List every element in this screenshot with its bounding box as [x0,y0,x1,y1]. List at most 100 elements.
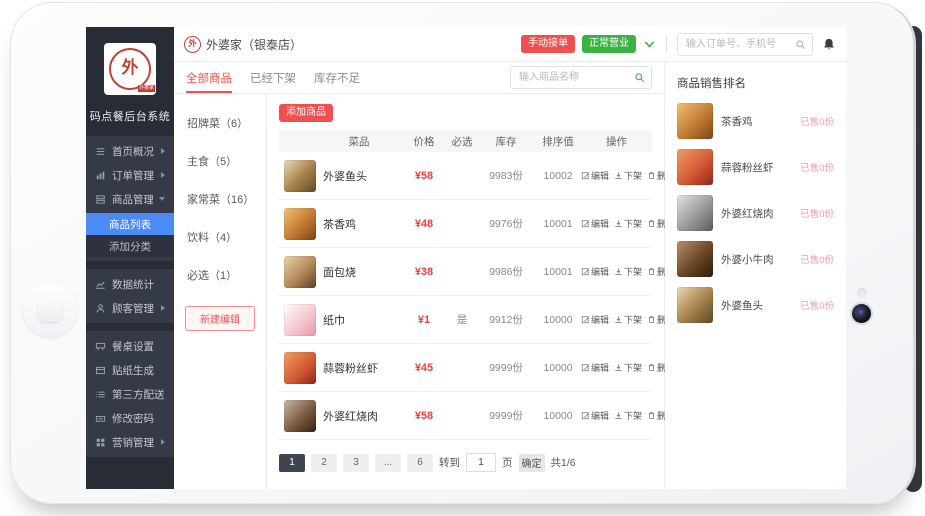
download-tray-icon [614,171,623,180]
trash-icon [647,411,656,420]
action-label: 下架 [624,265,642,278]
new-edit-button[interactable]: 新建编辑 [185,306,255,331]
tab-off-shelf[interactable]: 已经下架 [250,62,296,93]
edit-button[interactable]: 编辑 [581,409,609,422]
bell-icon[interactable] [822,37,836,52]
brand-logo: 外 外婆家 [104,43,156,95]
goods-search-input[interactable] [517,71,630,84]
dish-price: ¥1 [401,314,447,326]
pencil-square-icon [581,363,590,372]
sidebar: 外 外婆家 码点餐后台系统 首页概况 订单管理 [86,27,174,489]
takedown-button[interactable]: 下架 [614,361,642,374]
business-status-button[interactable]: 正常营业 [582,35,636,53]
page-button-6[interactable]: 6 [407,454,433,472]
ranking-item: 外婆红烧肉 已售0份 [677,195,834,231]
ranking-title: 商品销售排名 [677,75,834,91]
edit-button[interactable]: 编辑 [581,169,609,182]
table-row: 蒜蓉粉丝虾 ¥45 9999份 10000 编辑 下架 删除 [279,344,652,392]
manual-order-button[interactable]: 手动接单 [521,35,575,53]
pencil-square-icon [581,315,590,324]
ranking-dish-name: 外婆红烧肉 [721,206,792,221]
category-item[interactable]: 饮料（4） [174,218,266,256]
search-icon [634,72,645,83]
ranking-item: 外婆鱼头 已售0份 [677,287,834,323]
content-body: 招牌菜（6） 主食（5） 家常菜（16） 饮料（4） 必选（1） 新建编辑 添加… [174,94,664,489]
header-stock: 库存 [477,134,535,149]
sidebar-item-order-management[interactable]: 订单管理 [86,163,174,187]
brand-logo-mark: 外 [109,48,151,90]
action-label: 编辑 [591,217,609,230]
sales-ranking-panel: 商品销售排名 茶香鸡 已售0份 蒜蓉粉丝虾 已售0份 [665,62,846,489]
goto-page-input[interactable] [466,453,496,472]
category-item[interactable]: 家常菜（16） [174,180,266,218]
edit-button[interactable]: 编辑 [581,361,609,374]
edit-button[interactable]: 编辑 [581,217,609,230]
dish-photo [284,256,316,288]
ranking-dish-name: 茶香鸡 [721,114,792,129]
sidebar-item-table-settings[interactable]: 餐桌设置 [86,334,174,358]
action-label: 下架 [624,313,642,326]
takedown-button[interactable]: 下架 [614,217,642,230]
edit-button[interactable]: 编辑 [581,265,609,278]
page-button-1[interactable]: 1 [279,454,305,472]
sidebar-item-sticker-generation[interactable]: 贴纸生成 [86,358,174,382]
trash-icon [647,363,656,372]
sidebar-item-label: 贴纸生成 [112,363,154,378]
nav-group-main: 首页概况 订单管理 商品管理 商品列表 添 [86,136,174,261]
home-button [23,283,77,337]
dish-name: 面包烧 [317,264,401,280]
category-item[interactable]: 主食（5） [174,142,266,180]
list-lines-icon [95,389,106,400]
dish-price: ¥45 [401,362,447,374]
sidebar-item-home-overview[interactable]: 首页概况 [86,139,174,163]
dish-sort: 10001 [535,218,581,230]
takedown-button[interactable]: 下架 [614,313,642,326]
takedown-button[interactable]: 下架 [614,169,642,182]
takedown-button[interactable]: 下架 [614,409,642,422]
action-label: 下架 [624,409,642,422]
ranking-item: 蒜蓉粉丝虾 已售0份 [677,149,834,185]
sidebar-item-marketing-management[interactable]: 营销管理 [86,430,174,454]
category-item[interactable]: 招牌菜（6） [174,104,266,142]
action-label: 下架 [624,169,642,182]
sidebar-item-third-party-delivery[interactable]: 第三方配送 [86,382,174,406]
edit-button[interactable]: 编辑 [581,313,609,326]
confirm-button[interactable]: 确定 [519,454,545,472]
order-search [677,33,813,56]
chevron-down-icon[interactable] [643,38,656,51]
action-label: 编辑 [591,409,609,422]
table-row: 纸巾 ¥1 是 9912份 10000 编辑 下架 删除 [279,296,652,344]
goods-tabs: 全部商品 已经下架 库存不足 [174,62,664,94]
sidebar-item-change-password[interactable]: 修改密码 [86,406,174,430]
sidebar-item-goods-list[interactable]: 商品列表 [86,213,174,235]
dish-name: 外婆红烧肉 [317,408,401,424]
sidebar-item-add-category[interactable]: 添加分类 [86,235,174,257]
page-button-2[interactable]: 2 [311,454,337,472]
sidebar-item-data-statistics[interactable]: 数据统计 [86,272,174,296]
takedown-button[interactable]: 下架 [614,265,642,278]
table-header: 菜品 价格 必选 库存 排序值 操作 [279,130,652,152]
table-row: 外婆鱼头 ¥58 9983份 10002 编辑 下架 删除 [279,152,652,200]
pencil-square-icon [581,219,590,228]
sidebar-item-customer-management[interactable]: 顾客管理 [86,296,174,320]
pagination: 1 2 3 ... 6 转到 页 确定 共1/6 [279,440,652,482]
header-required: 必选 [447,134,477,149]
tab-all-goods[interactable]: 全部商品 [186,62,232,93]
sidebar-item-label: 修改密码 [112,411,154,426]
nav-group-bottom: 餐桌设置 贴纸生成 第三方配送 修改密码 [86,331,174,457]
category-item[interactable]: 必选（1） [174,256,266,294]
dish-price: ¥58 [401,170,447,182]
action-label: 下架 [624,217,642,230]
chevron-down-icon [159,197,165,201]
tab-low-stock[interactable]: 库存不足 [314,62,360,93]
dish-stock: 9986份 [477,264,535,279]
sidebar-item-goods-management[interactable]: 商品管理 [86,187,174,211]
page-button-3[interactable]: 3 [343,454,369,472]
order-search-input[interactable] [684,38,791,51]
dish-photo [677,103,713,139]
action-label: 编辑 [591,313,609,326]
trash-icon [647,219,656,228]
dish-sort: 10000 [535,410,581,422]
ranking-dish-name: 外婆鱼头 [721,298,792,313]
add-goods-button[interactable]: 添加商品 [279,104,333,122]
